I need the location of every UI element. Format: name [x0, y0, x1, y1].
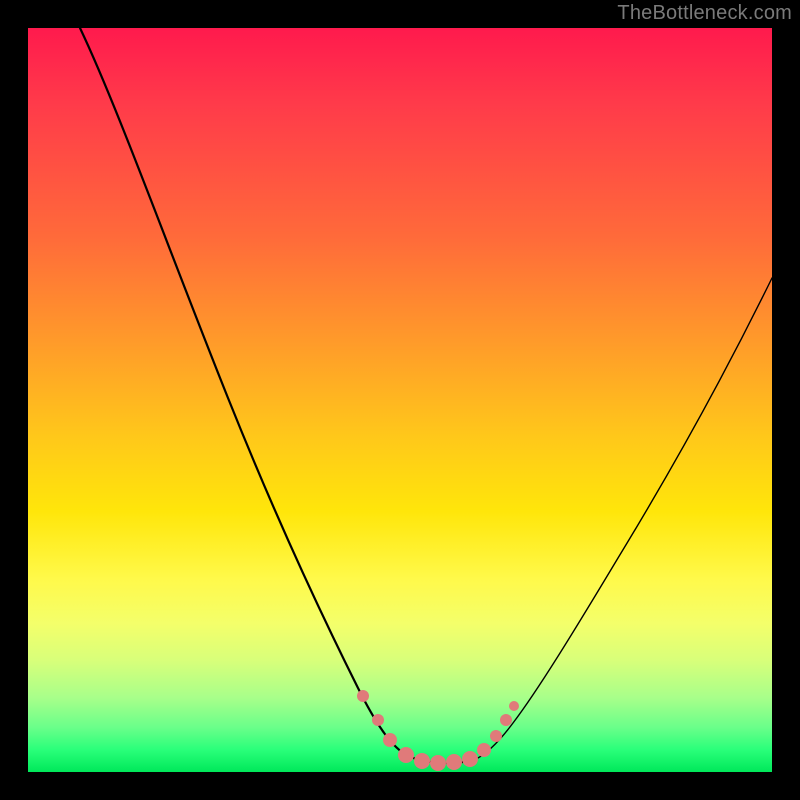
curve-dot: [446, 754, 462, 770]
curve-dot: [500, 714, 512, 726]
curve-dot: [462, 751, 478, 767]
curve-dot: [398, 747, 414, 763]
curve-dot: [509, 701, 519, 711]
curve-dot: [372, 714, 384, 726]
curve-dot: [357, 690, 369, 702]
chart-frame: TheBottleneck.com: [0, 0, 800, 800]
bottleneck-curve-svg: [28, 28, 772, 772]
curve-dot: [477, 743, 491, 757]
curve-left-branch: [80, 28, 476, 763]
curve-dot: [430, 755, 446, 771]
curve-dot: [414, 753, 430, 769]
curve-dot: [490, 730, 502, 742]
curve-right-branch: [476, 278, 772, 759]
plot-area: [28, 28, 772, 772]
watermark-text: TheBottleneck.com: [617, 2, 792, 25]
curve-dot: [383, 733, 397, 747]
